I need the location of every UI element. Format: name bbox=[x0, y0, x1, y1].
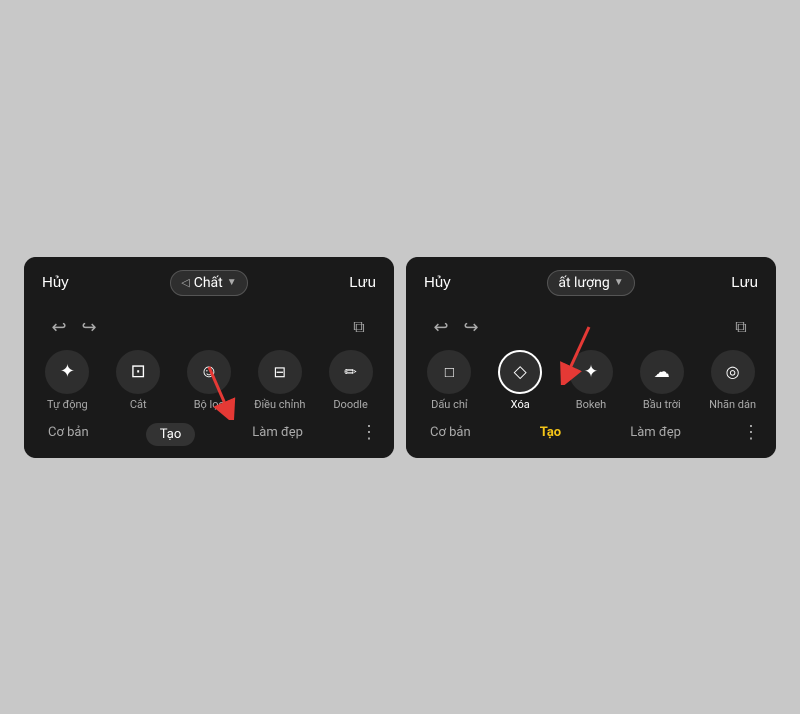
left-more-button[interactable]: ⋮ bbox=[360, 422, 378, 443]
tool-crop[interactable]: ⊡ Cắt bbox=[112, 350, 164, 411]
auto-icon: ✦ bbox=[45, 350, 89, 394]
auto-label: Tự động bbox=[47, 398, 88, 411]
markup-label: Dấu chỉ bbox=[431, 398, 468, 411]
right-top-bar: Hủy ất lượng ▼ Lưu bbox=[406, 257, 776, 309]
tool-sticker[interactable]: ◎ Nhãn dán bbox=[707, 350, 759, 411]
main-container: Hủy ◁ Chất ▼ Lưu bbox=[16, 249, 784, 466]
markup-icon: □ bbox=[427, 350, 471, 394]
left-redo-icon[interactable]: ↪ bbox=[74, 317, 104, 338]
left-controls-row: ↩ ↪ ⧉ bbox=[24, 317, 394, 338]
tool-sky[interactable]: ☁ Bầu trời bbox=[636, 350, 688, 411]
filter-label: Bộ lọc bbox=[194, 398, 225, 411]
left-top-bar: Hủy ◁ Chất ▼ Lưu bbox=[24, 257, 394, 309]
crop-icon: ⊡ bbox=[116, 350, 160, 394]
left-compare-icon[interactable]: ⧉ bbox=[344, 317, 374, 337]
tool-doodle[interactable]: ✏ Doodle bbox=[325, 350, 377, 411]
left-tab-create[interactable]: Tạo bbox=[146, 423, 196, 446]
tool-bokeh[interactable]: ✦ Bokeh bbox=[565, 350, 617, 411]
left-tab-beauty[interactable]: Làm đẹp bbox=[244, 421, 311, 444]
tool-adjust[interactable]: ⊟ Điều chỉnh bbox=[254, 350, 306, 411]
left-panel: Hủy ◁ Chất ▼ Lưu bbox=[24, 257, 394, 458]
left-save-button[interactable]: Lưu bbox=[349, 274, 376, 291]
right-save-button[interactable]: Lưu bbox=[731, 274, 758, 291]
right-tools-row: □ Dấu chỉ ◇ Xóa ✦ Bokeh ☁ Bầu trời ◎ N bbox=[406, 344, 776, 417]
right-tab-basic[interactable]: Cơ bản bbox=[422, 421, 479, 444]
right-cancel-button[interactable]: Hủy bbox=[424, 274, 451, 291]
sticker-icon: ◎ bbox=[711, 350, 755, 394]
left-tab-create-wrapper: Tạo bbox=[146, 423, 196, 442]
tool-markup[interactable]: □ Dấu chỉ bbox=[423, 350, 475, 411]
right-undo-icon[interactable]: ↩ bbox=[426, 317, 456, 338]
tool-filter[interactable]: ☺ Bộ lọc bbox=[183, 350, 235, 411]
left-tools-row: ✦ Tự động ⊡ Cắt ☺ Bộ lọc ⊟ Điều chỉnh ✏ bbox=[24, 344, 394, 417]
right-controls-row: ↩ ↪ ⧉ bbox=[406, 317, 776, 338]
left-quality-badge[interactable]: ◁ Chất ▼ bbox=[170, 270, 247, 296]
doodle-icon: ✏ bbox=[329, 350, 373, 394]
left-undo-icon[interactable]: ↩ bbox=[44, 317, 74, 338]
adjust-icon: ⊟ bbox=[258, 350, 302, 394]
right-redo-icon[interactable]: ↪ bbox=[456, 317, 486, 338]
left-tabs-row: Cơ bản Tạo Làm đẹp ⋮ bbox=[24, 417, 394, 452]
filter-icon: ☺ bbox=[187, 350, 231, 394]
right-more-button[interactable]: ⋮ bbox=[742, 422, 760, 443]
left-cancel-button[interactable]: Hủy bbox=[42, 274, 69, 291]
left-quality-chevron: ▼ bbox=[227, 277, 237, 288]
tool-erase[interactable]: ◇ Xóa bbox=[494, 350, 546, 411]
bokeh-label: Bokeh bbox=[576, 398, 607, 411]
bokeh-icon: ✦ bbox=[569, 350, 613, 394]
left-quality-label: Chất bbox=[194, 275, 223, 291]
right-bottom-controls: ↩ ↪ ⧉ □ Dấu chỉ ◇ Xóa ✦ Bokeh bbox=[406, 309, 776, 458]
right-tabs-wrapper: Cơ bản Tạo Làm đẹp ⋮ bbox=[406, 417, 776, 452]
right-tab-create[interactable]: Tạo bbox=[532, 421, 569, 444]
erase-icon: ◇ bbox=[498, 350, 542, 394]
crop-label: Cắt bbox=[130, 398, 147, 411]
erase-label: Xóa bbox=[511, 398, 530, 411]
left-tabs-wrapper: Cơ bản Tạo Làm đẹp ⋮ bbox=[24, 417, 394, 452]
left-bottom-controls: ↩ ↪ ⧉ ✦ Tự động ⊡ Cắt ☺ Bộ lọc bbox=[24, 309, 394, 458]
adjust-label: Điều chỉnh bbox=[254, 398, 305, 411]
right-quality-chevron: ▼ bbox=[614, 277, 624, 288]
right-tabs-row: Cơ bản Tạo Làm đẹp ⋮ bbox=[406, 417, 776, 452]
right-quality-badge[interactable]: ất lượng ▼ bbox=[547, 270, 634, 296]
right-panel: Hủy ất lượng ▼ Lưu bbox=[406, 257, 776, 458]
sky-label: Bầu trời bbox=[643, 398, 681, 411]
right-tab-beauty[interactable]: Làm đẹp bbox=[622, 421, 689, 444]
right-quality-label: ất lượng bbox=[558, 275, 609, 291]
right-compare-icon[interactable]: ⧉ bbox=[726, 317, 756, 337]
doodle-label: Doodle bbox=[333, 398, 367, 411]
sticker-label: Nhãn dán bbox=[709, 398, 756, 411]
sky-icon: ☁ bbox=[640, 350, 684, 394]
left-quality-arrow: ◁ bbox=[181, 276, 189, 289]
left-tab-basic[interactable]: Cơ bản bbox=[40, 421, 97, 444]
tool-auto[interactable]: ✦ Tự động bbox=[41, 350, 93, 411]
